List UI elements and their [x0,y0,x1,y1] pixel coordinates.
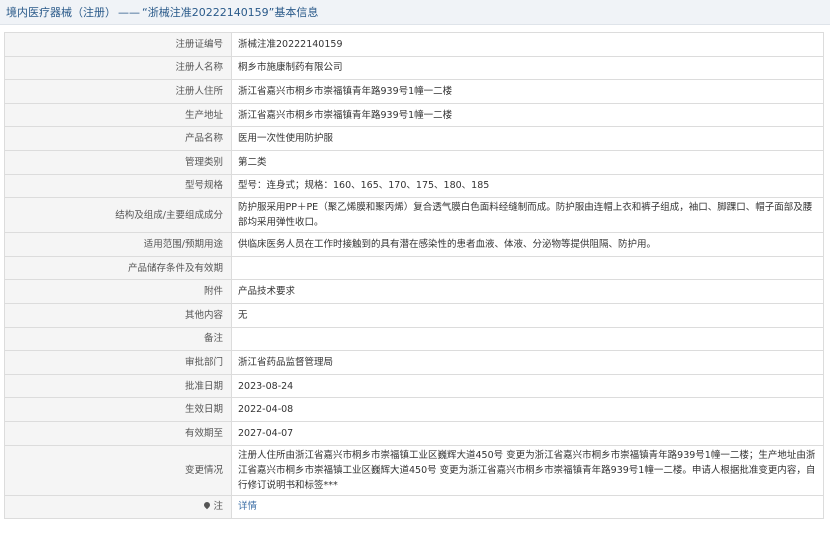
field-value: 医用一次性使用防护服 [231,126,824,151]
row-production-address: 生产地址 浙江省嘉兴市桐乡市崇福镇青年路939号1幢一二楼 [4,102,824,128]
row-structure-composition: 结构及组成/主要组成成分 防护服采用PP＋PE（聚乙烯膜和聚丙烯）复合透气膜白色… [4,197,824,234]
row-registrant-address: 注册人住所 浙江省嘉兴市桐乡市崇福镇青年路939号1幢一二楼 [4,79,824,104]
field-label: 管理类别 [4,149,232,175]
field-label: 其他内容 [4,302,232,328]
field-label: 有效期至 [4,420,232,446]
field-label: 变更情况 [4,444,232,496]
field-label: 备注 [4,326,232,352]
field-value: 浙江省嘉兴市桐乡市崇福镇青年路939号1幢一二楼 [231,102,824,128]
field-value: 供临床医务人员在工作时接触到的具有潜在感染性的患者血液、体液、分泌物等提供阻隔、… [231,232,824,257]
field-label: 型号规格 [4,173,232,199]
field-label: 产品储存条件及有效期 [4,255,232,281]
page-header: 境内医疗器械（注册） —— “浙械注准20222140159” 基本信息 [0,0,830,25]
row-approval-date: 批准日期 2023-08-24 [4,373,824,399]
row-product-name: 产品名称 医用一次性使用防护服 [4,126,824,151]
row-model-spec: 型号规格 型号：连身式；规格：160、165、170、175、180、185 [4,173,824,199]
header-separator: —— [118,5,140,19]
field-value: 浙江省药品监督管理局 [231,350,824,375]
field-label: 生效日期 [4,397,232,422]
detail-container: 注册证编号 浙械注准20222140159 注册人名称 桐乡市施康制药有限公司 … [0,25,830,520]
field-label: 附件 [4,279,232,304]
field-value [231,255,824,281]
row-approval-department: 审批部门 浙江省药品监督管理局 [4,350,824,375]
row-storage-validity: 产品储存条件及有效期 [4,255,824,281]
field-label: 结构及组成/主要组成成分 [4,197,232,234]
field-value: 桐乡市施康制药有限公司 [231,55,824,81]
field-value: 2027-04-07 [231,420,824,446]
field-label: 生产地址 [4,102,232,128]
row-effective-date: 生效日期 2022-04-08 [4,397,824,422]
note-label: 注 [213,501,223,513]
detail-table: 注册证编号 浙械注准20222140159 注册人名称 桐乡市施康制药有限公司 … [4,32,824,520]
row-registrant-name: 注册人名称 桐乡市施康制药有限公司 [4,55,824,81]
note-label-cell: 注 [4,494,232,520]
note-value-cell: 详情 [231,494,824,520]
field-value: 2023-08-24 [231,373,824,399]
header-suffix: 基本信息 [274,6,319,19]
pin-icon [203,501,212,510]
field-value: 型号：连身式；规格：160、165、170、175、180、185 [231,173,824,199]
field-label: 产品名称 [4,126,232,151]
header-category: 境内医疗器械（注册） [6,6,116,19]
row-intended-use: 适用范围/预期用途 供临床医务人员在工作时接触到的具有潜在感染性的患者血液、体液… [4,232,824,257]
row-attachment: 附件 产品技术要求 [4,279,824,304]
row-change-history: 变更情况 注册人住所由浙江省嘉兴市桐乡市崇福镇工业区巍辉大道450号 变更为浙江… [4,444,824,496]
field-value: 浙械注准20222140159 [231,32,824,57]
row-other-content: 其他内容 无 [4,302,824,328]
row-valid-until: 有效期至 2027-04-07 [4,420,824,446]
row-remarks: 备注 [4,326,824,352]
field-value: 2022-04-08 [231,397,824,422]
header-record-title: “浙械注准20222140159” [142,6,275,19]
field-value: 无 [231,302,824,328]
field-value: 防护服采用PP＋PE（聚乙烯膜和聚丙烯）复合透气膜白色面料经缝制而成。防护服由连… [231,197,824,234]
field-value [231,326,824,352]
row-management-class: 管理类别 第二类 [4,149,824,175]
field-label: 批准日期 [4,373,232,399]
details-link[interactable]: 详情 [238,501,257,512]
field-value: 浙江省嘉兴市桐乡市崇福镇青年路939号1幢一二楼 [231,79,824,104]
field-value: 注册人住所由浙江省嘉兴市桐乡市崇福镇工业区巍辉大道450号 变更为浙江省嘉兴市桐… [231,444,824,496]
field-value: 产品技术要求 [231,279,824,304]
field-label: 审批部门 [4,350,232,375]
field-label: 注册人住所 [4,79,232,104]
row-note: 注 详情 [4,494,824,520]
row-registration-number: 注册证编号 浙械注准20222140159 [4,32,824,57]
field-value: 第二类 [231,149,824,175]
field-label: 注册证编号 [4,32,232,57]
field-label: 适用范围/预期用途 [4,232,232,257]
field-label: 注册人名称 [4,55,232,81]
